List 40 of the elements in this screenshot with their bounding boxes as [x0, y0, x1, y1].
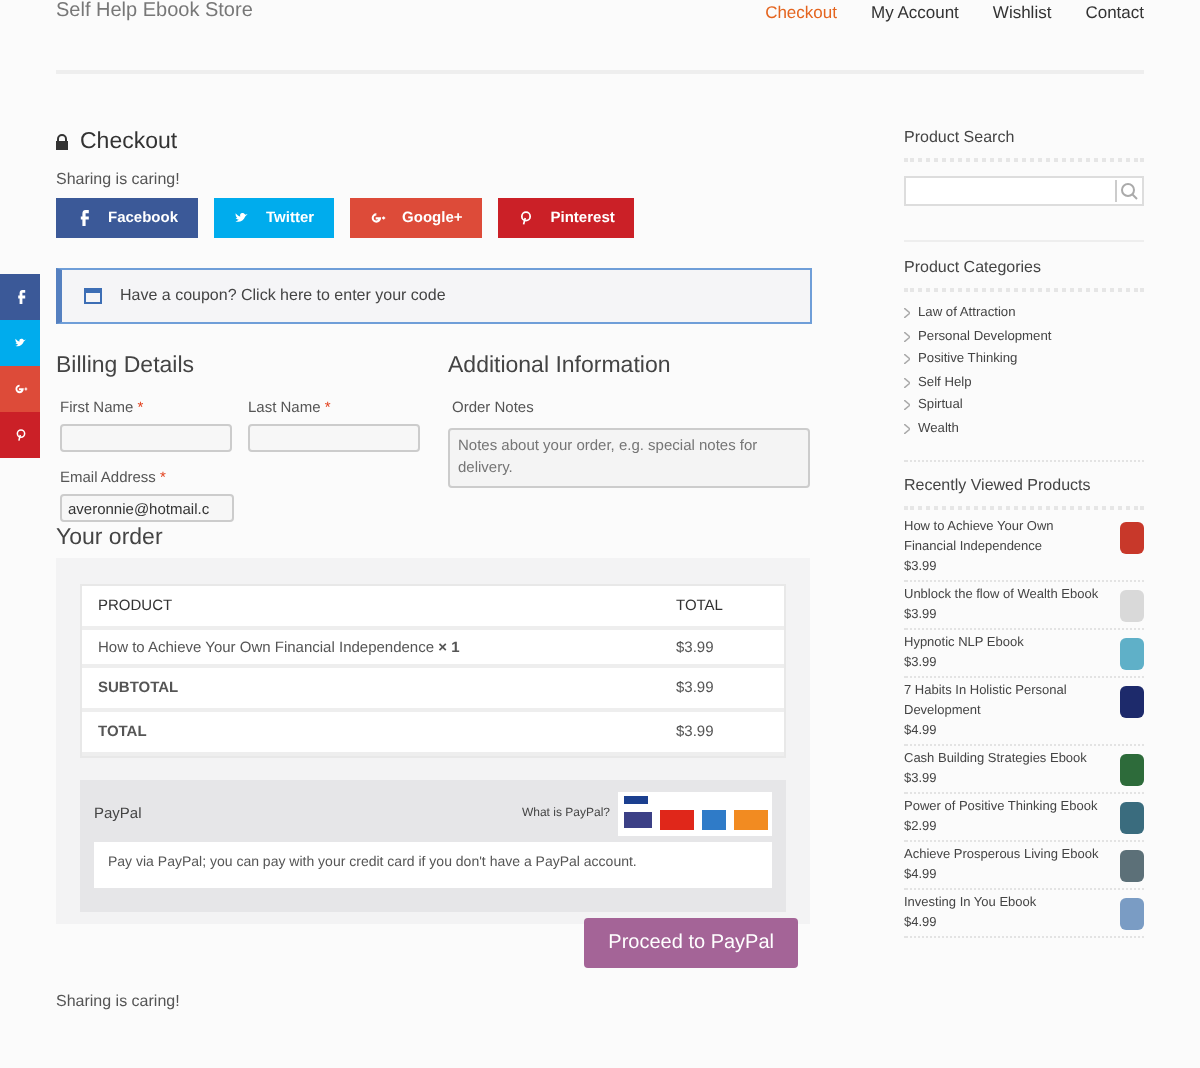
- share-tab[interactable]: [0, 274, 40, 320]
- recent-heading: Recently Viewed Products: [904, 460, 1144, 510]
- nav-link[interactable]: Wishlist: [992, 2, 1052, 22]
- site-title[interactable]: Self Help Ebook Store: [56, 0, 253, 24]
- text-field[interactable]: [60, 424, 232, 452]
- text-field[interactable]: [248, 424, 420, 452]
- book-cover-placeholder[interactable]: [1120, 686, 1144, 718]
- book-cover-placeholder[interactable]: [1120, 754, 1144, 786]
- facebook-icon: [76, 210, 92, 226]
- proceed-to-paypal-button[interactable]: Proceed to PayPal: [584, 917, 798, 967]
- coupon-text[interactable]: Have a coupon? Click here to enter your code: [120, 284, 446, 308]
- pinterest-icon: [518, 210, 535, 226]
- billing-heading: Billing Details: [56, 352, 197, 380]
- search-heading: Product Search: [904, 128, 1144, 162]
- chevron-icon: [904, 423, 910, 434]
- sharing-text: Sharing is caring!: [56, 991, 182, 1009]
- chevron-icon: [904, 400, 910, 411]
- google-plus-icon: [370, 210, 387, 226]
- search-field[interactable]: [904, 176, 1144, 206]
- pinterest-icon: [13, 428, 27, 442]
- categories-heading: Product Categories: [904, 240, 1144, 292]
- book-cover-placeholder[interactable]: [1120, 802, 1144, 834]
- sharing-text: Sharing is caring!: [56, 170, 182, 190]
- bird-icon: [234, 210, 251, 226]
- lock-icon: [56, 134, 68, 150]
- calendar-icon: [84, 288, 102, 304]
- nav-link[interactable]: My Account: [870, 2, 959, 22]
- coupon-notice[interactable]: Have a coupon? Click here to enter your code: [56, 268, 812, 324]
- order-heading: Your order: [56, 524, 165, 552]
- search-icon[interactable]: [1114, 178, 1142, 204]
- chevron-icon: [904, 354, 910, 365]
- facebook-icon: [13, 290, 27, 304]
- bird-icon: [13, 336, 27, 350]
- additional-heading: Additional Information: [448, 352, 673, 380]
- chevron-icon: [904, 308, 910, 319]
- chevron-icon: [904, 331, 910, 342]
- chevron-icon: [904, 377, 910, 388]
- page-title: Checkout: [80, 128, 178, 156]
- nav-link[interactable]: Contact: [1085, 2, 1144, 22]
- google-plus-icon: [13, 382, 27, 396]
